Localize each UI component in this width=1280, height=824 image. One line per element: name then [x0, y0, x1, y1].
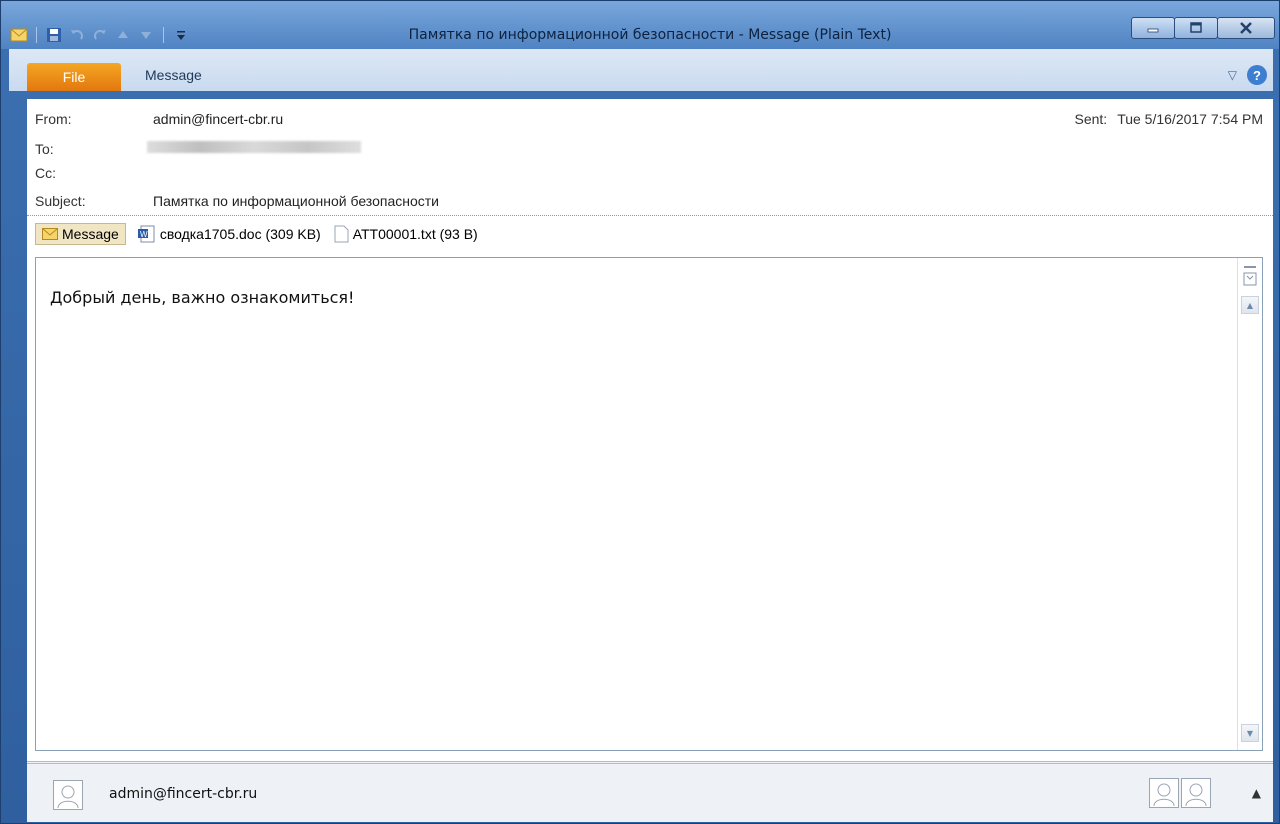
message-panel: From: admin@fincert-cbr.ru To: Cc: Subje… [27, 99, 1273, 822]
vertical-scrollbar[interactable]: ▲ ▼ [1237, 258, 1262, 750]
outlook-message-window: Памятка по информационной безопасности -… [0, 0, 1280, 824]
view-toggle-icon[interactable] [1241, 266, 1259, 288]
text-file-icon [334, 225, 349, 243]
cc-label: Cc: [35, 165, 56, 181]
from-value[interactable]: admin@fincert-cbr.ru [153, 111, 283, 127]
people-pane-name[interactable]: admin@fincert-cbr.ru [109, 786, 257, 802]
people-pane: admin@fincert-cbr.ru ▲ [27, 761, 1273, 822]
word-doc-icon: W [137, 225, 155, 243]
sent-label: Sent: [1074, 111, 1108, 127]
expand-people-pane-icon[interactable]: ▲ [1252, 786, 1261, 800]
help-icon[interactable]: ? [1247, 65, 1267, 85]
title-bar: Памятка по информационной безопасности -… [1, 1, 1279, 49]
to-label: To: [35, 141, 54, 157]
sent-value: Tue 5/16/2017 7:54 PM [1117, 111, 1263, 127]
ribbon: File Message ▽ ? [9, 49, 1273, 91]
message-attachment-tab[interactable]: Message [35, 223, 126, 245]
attachment-txt[interactable]: ATT00001.txt (93 B) [333, 225, 478, 243]
attachment-doc[interactable]: W сводка1705.doc (309 KB) [137, 225, 321, 243]
message-header: From: admin@fincert-cbr.ru To: Cc: Subje… [27, 99, 1273, 219]
tab-file[interactable]: File [27, 63, 121, 91]
attachment-txt-label: ATT00001.txt (93 B) [352, 226, 478, 242]
contact-avatar[interactable] [1181, 778, 1211, 808]
envelope-icon [42, 228, 58, 240]
minimize-ribbon-icon[interactable]: ▽ [1228, 68, 1237, 82]
svg-text:W: W [140, 230, 148, 239]
ribbon-right-controls: ▽ ? [1228, 65, 1267, 85]
contact-avatar[interactable] [1149, 778, 1179, 808]
close-button[interactable] [1217, 17, 1275, 39]
sender-avatar[interactable] [53, 780, 83, 810]
tab-message[interactable]: Message [145, 67, 202, 83]
redacted-recipient [147, 141, 361, 153]
scroll-down-button[interactable]: ▼ [1241, 724, 1259, 742]
minimize-button[interactable] [1131, 17, 1175, 39]
attachment-doc-label: сводка1705.doc (309 KB) [159, 226, 321, 242]
message-tab-label: Message [62, 226, 119, 242]
maximize-button[interactable] [1174, 17, 1218, 39]
subject-label: Subject: [35, 193, 86, 209]
attachment-bar: Message W сводка1705.doc (309 KB) ATT000… [35, 221, 478, 247]
message-body-text: Добрый день, важно ознакомиться! [50, 288, 355, 307]
message-body[interactable]: Добрый день, важно ознакомиться! ▲ ▼ [35, 257, 1263, 751]
scroll-up-button[interactable]: ▲ [1241, 296, 1259, 314]
sent-info: Sent: Tue 5/16/2017 7:54 PM [1074, 111, 1263, 127]
header-divider [27, 215, 1273, 216]
window-title: Памятка по информационной безопасности -… [408, 27, 892, 43]
subject-value: Памятка по информационной безопасности [153, 193, 439, 209]
from-label: From: [35, 111, 72, 127]
window-controls [1131, 17, 1275, 39]
